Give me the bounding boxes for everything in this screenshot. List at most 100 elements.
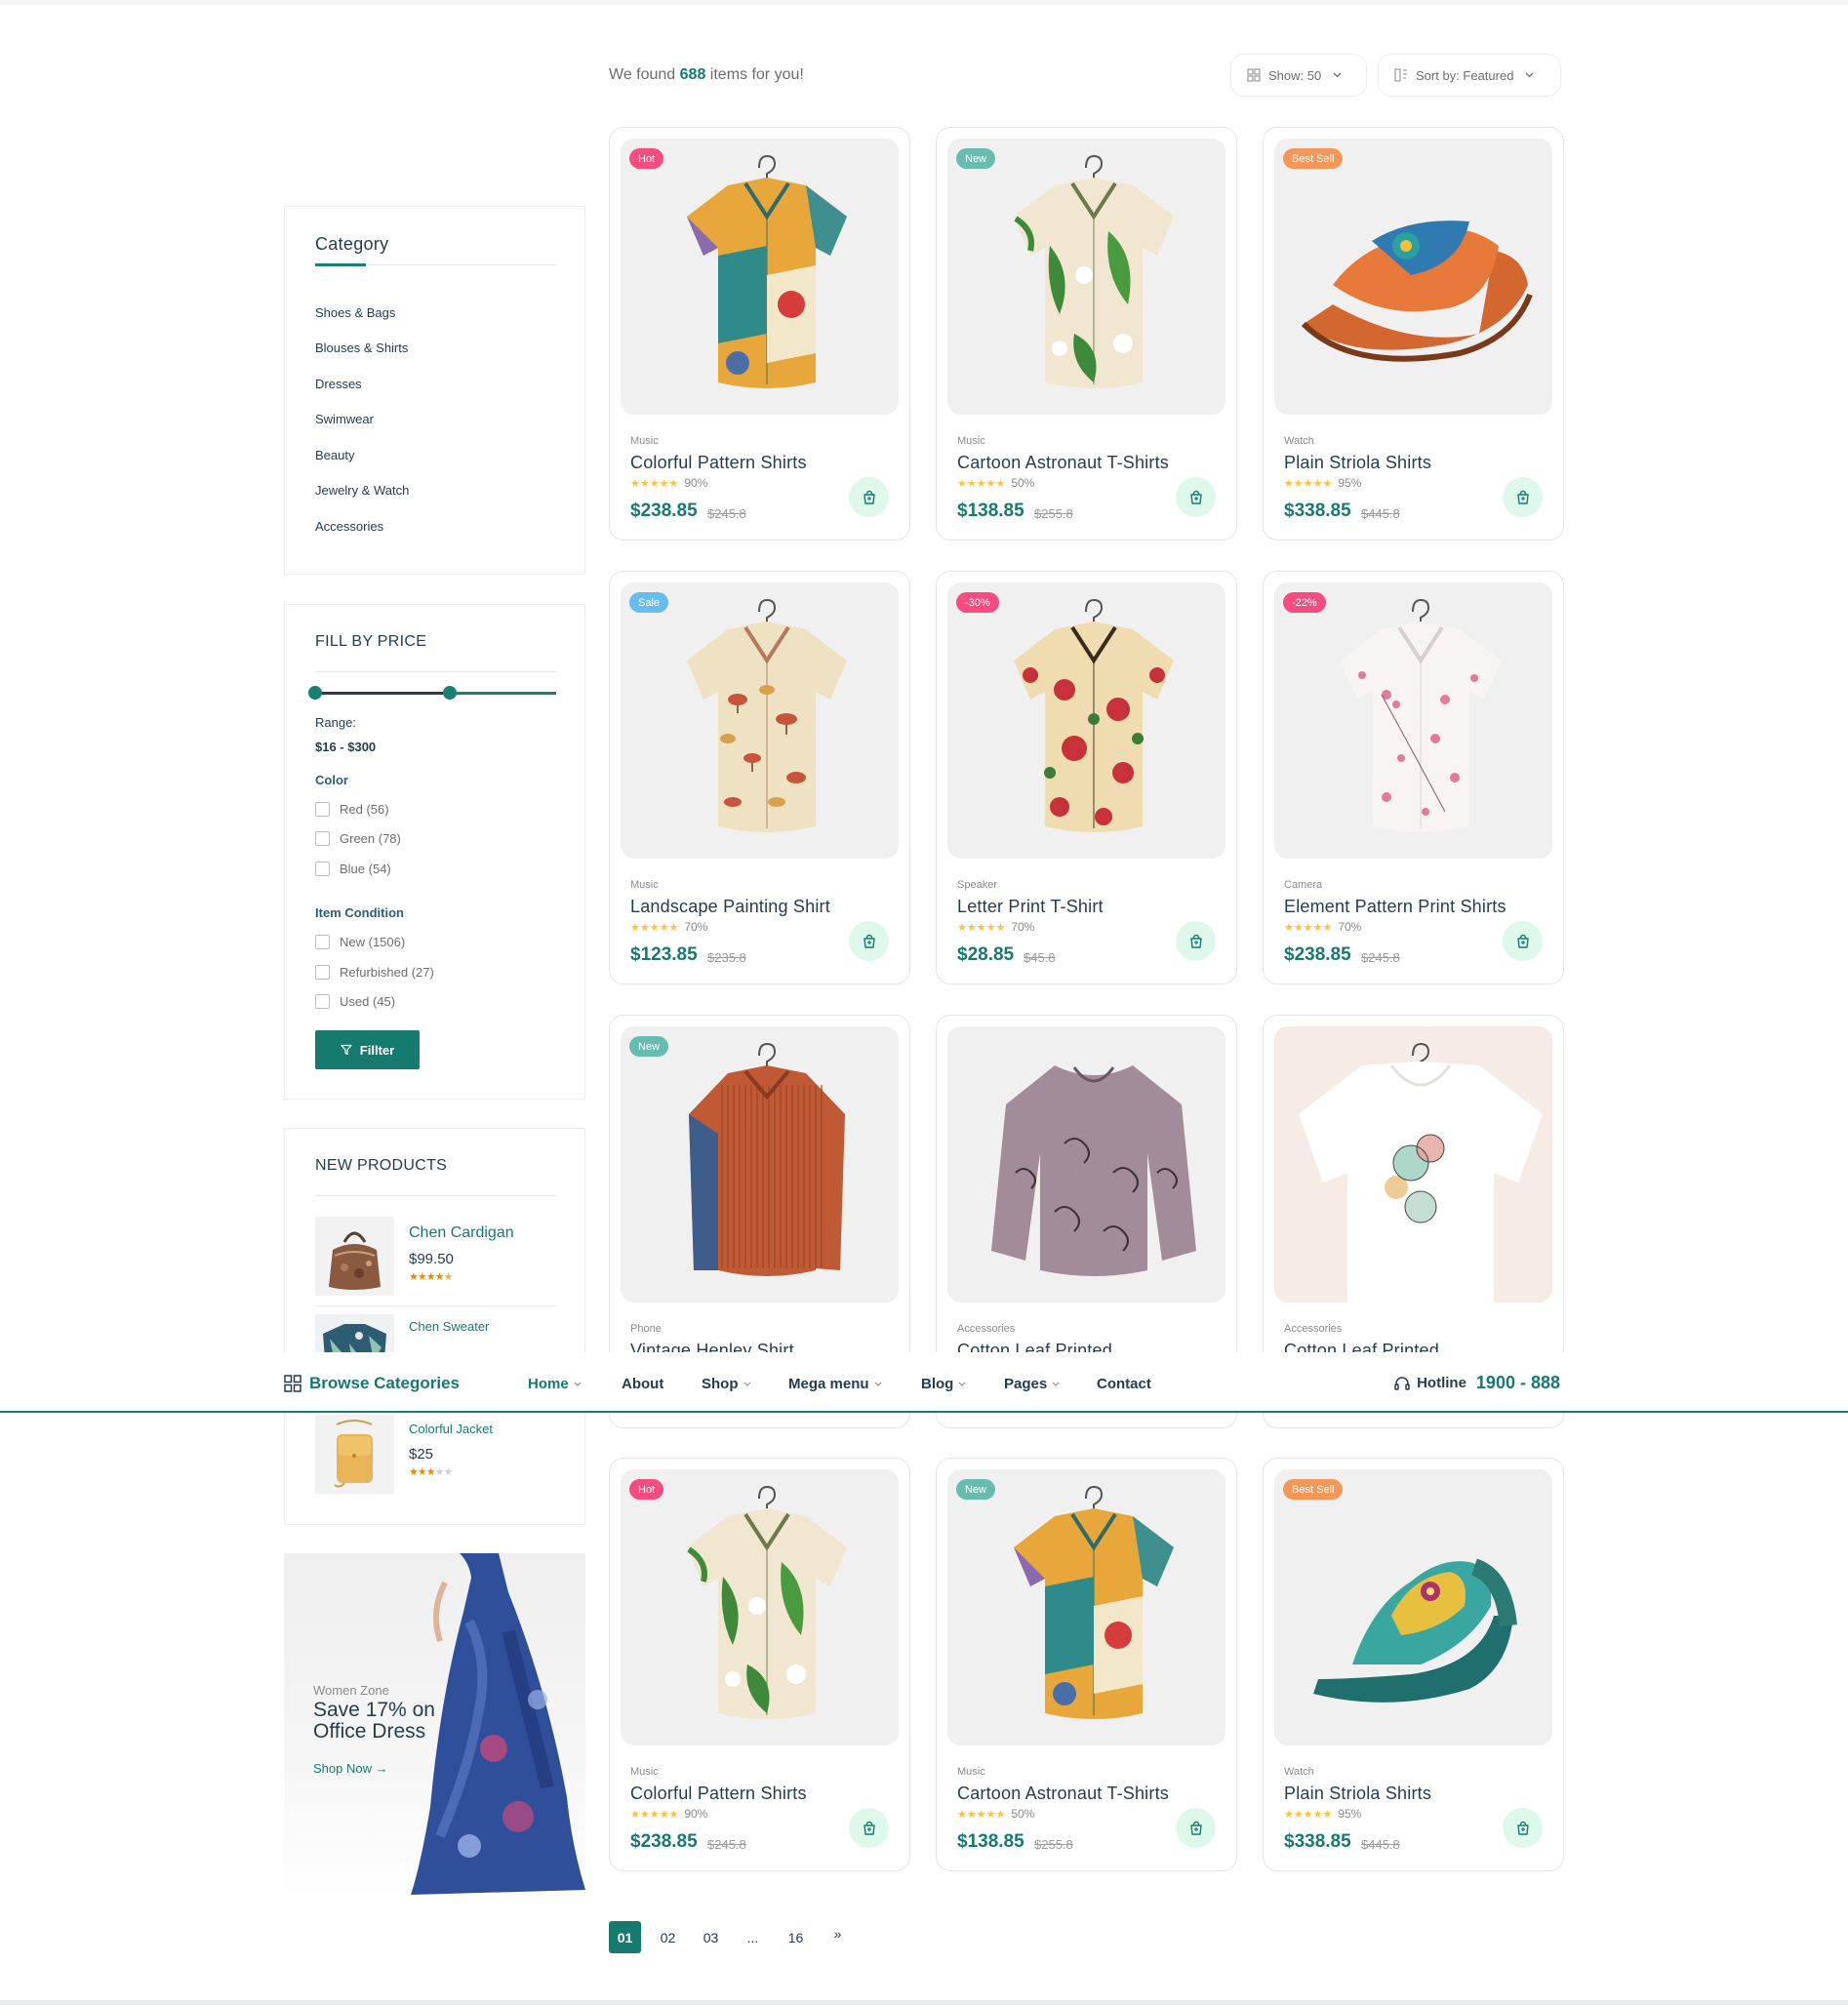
- price-slider-min-handle[interactable]: [308, 686, 322, 700]
- condition-option-used[interactable]: Used (45): [315, 994, 395, 1009]
- nav-about[interactable]: About: [622, 1376, 663, 1392]
- sort-dropdown[interactable]: Sort by: Featured: [1378, 54, 1561, 97]
- product-image[interactable]: New: [947, 139, 1225, 415]
- promo-banner[interactable]: Women Zone Save 17% on Office Dress Shop…: [284, 1553, 585, 1900]
- product-title[interactable]: Letter Print T-Shirt: [957, 897, 1104, 917]
- category-item-accessories[interactable]: Accessories: [315, 519, 383, 534]
- product-card[interactable]: -30% Speaker Letter Print T-Shirt ★★★★★ 70% $…: [936, 571, 1237, 984]
- new-product-name[interactable]: Chen Cardigan: [409, 1224, 514, 1242]
- nav-pages[interactable]: Pages: [1004, 1376, 1060, 1392]
- product-card[interactable]: Hot Music Colorful Pattern Shirts ★★★★★ 90% $…: [609, 127, 910, 541]
- product-image[interactable]: New: [621, 1026, 899, 1303]
- product-category[interactable]: Accessories: [1284, 1323, 1342, 1335]
- product-title[interactable]: Cartoon Astronaut T-Shirts: [957, 1784, 1169, 1804]
- nav-shop[interactable]: Shop: [702, 1376, 751, 1392]
- add-to-cart-button[interactable]: [1176, 477, 1216, 517]
- product-title[interactable]: Plain Striola Shirts: [1284, 453, 1431, 473]
- page-button-02[interactable]: 02: [652, 1921, 684, 1953]
- color-option-red[interactable]: Red (56): [315, 802, 389, 817]
- hotline[interactable]: Hotline 1900 - 888: [1393, 1373, 1560, 1393]
- color-option-green[interactable]: Green (78): [315, 831, 401, 846]
- condition-option-new[interactable]: New (1506): [315, 935, 405, 949]
- product-image[interactable]: Best Sell: [1274, 1469, 1552, 1745]
- checkbox[interactable]: [315, 831, 330, 846]
- product-image[interactable]: Hot: [621, 139, 899, 415]
- page-button-01[interactable]: 01: [609, 1921, 641, 1953]
- product-price: $138.85: [957, 1831, 1024, 1852]
- category-item-shoes-bags[interactable]: Shoes & Bags: [315, 305, 395, 320]
- product-image[interactable]: New: [947, 1469, 1225, 1745]
- product-card[interactable]: Best Sell Watch Plain Striola Shirts ★★★★★ 9…: [1263, 1458, 1564, 1871]
- category-item-beauty[interactable]: Beauty: [315, 448, 354, 462]
- product-category[interactable]: Music: [957, 1766, 985, 1778]
- product-category[interactable]: Music: [630, 435, 659, 447]
- checkbox[interactable]: [315, 862, 330, 876]
- add-to-cart-button[interactable]: [1176, 1808, 1216, 1848]
- product-title[interactable]: Colorful Pattern Shirts: [630, 1784, 807, 1804]
- new-product-item[interactable]: Chen Cardigan $99.50 ★★★★★: [315, 1217, 556, 1296]
- product-image[interactable]: -30%: [947, 582, 1225, 859]
- product-category[interactable]: Watch: [1284, 1766, 1314, 1778]
- product-category[interactable]: Camera: [1284, 879, 1322, 891]
- next-page-button[interactable]: »: [822, 1917, 854, 1949]
- checkbox[interactable]: [315, 802, 330, 817]
- product-image[interactable]: Best Sell: [1274, 139, 1552, 415]
- category-item-blouses-shirts[interactable]: Blouses & Shirts: [315, 341, 408, 355]
- product-category[interactable]: Accessories: [957, 1323, 1015, 1335]
- add-to-cart-button[interactable]: [1503, 477, 1543, 517]
- new-product-name[interactable]: Colorful Jacket: [409, 1422, 493, 1436]
- page-button-03[interactable]: 03: [695, 1921, 727, 1953]
- category-item-dresses[interactable]: Dresses: [315, 377, 362, 391]
- product-title[interactable]: Cartoon Astronaut T-Shirts: [957, 453, 1169, 473]
- add-to-cart-button[interactable]: [849, 477, 889, 517]
- product-card[interactable]: New Music Cartoon Astronaut T-Shirts ★★★★★ 5…: [936, 1458, 1237, 1871]
- checkbox[interactable]: [315, 935, 330, 949]
- nav-mega-menu[interactable]: Mega menu: [788, 1376, 882, 1392]
- product-image[interactable]: -22%: [1274, 582, 1552, 859]
- product-category[interactable]: Phone: [630, 1323, 662, 1335]
- nav-blog[interactable]: Blog: [921, 1376, 966, 1392]
- product-image[interactable]: Sale: [621, 582, 899, 859]
- page-button-16[interactable]: 16: [780, 1921, 812, 1953]
- product-title[interactable]: Element Pattern Print Shirts: [1284, 897, 1507, 917]
- product-card[interactable]: Sale Music Landscape Painting Shirt ★★★★★ 70…: [609, 571, 910, 984]
- product-category[interactable]: Music: [630, 1766, 659, 1778]
- product-title[interactable]: Colorful Pattern Shirts: [630, 453, 807, 473]
- chevron-down-icon: [958, 1382, 966, 1386]
- checkbox[interactable]: [315, 994, 330, 1009]
- add-to-cart-button[interactable]: [1503, 1808, 1543, 1848]
- product-category[interactable]: Watch: [1284, 435, 1314, 447]
- shop-now-link[interactable]: Shop Now →: [313, 1761, 388, 1776]
- new-product-name[interactable]: Chen Sweater: [409, 1319, 489, 1334]
- product-category[interactable]: Music: [957, 435, 985, 447]
- product-category[interactable]: Music: [630, 879, 659, 891]
- browse-categories-button[interactable]: Browse Categories: [284, 1374, 460, 1393]
- new-product-item[interactable]: Colorful Jacket $25 ★★★★★: [315, 1415, 556, 1494]
- product-card[interactable]: -22% Camera Element Pattern Print Shirts ★★…: [1263, 571, 1564, 984]
- category-item-swimwear[interactable]: Swimwear: [315, 412, 374, 426]
- product-image[interactable]: Hot: [621, 1469, 899, 1745]
- product-card[interactable]: Hot Music Colorful Pattern Shirts ★★★★★ 90% $…: [609, 1458, 910, 1871]
- nav-contact[interactable]: Contact: [1097, 1376, 1151, 1392]
- product-card[interactable]: Best Sell Watch Plain Striola Shirts ★★★★★ 9…: [1263, 127, 1564, 541]
- product-old-price: $255.8: [1034, 1837, 1073, 1852]
- product-image[interactable]: [947, 1026, 1225, 1303]
- show-count-dropdown[interactable]: Show: 50: [1230, 54, 1367, 97]
- add-to-cart-button[interactable]: [849, 1808, 889, 1848]
- nav-home[interactable]: Home: [528, 1376, 582, 1392]
- checkbox[interactable]: [315, 965, 330, 980]
- add-to-cart-button[interactable]: [1503, 921, 1543, 961]
- product-card[interactable]: New Music Cartoon Astronaut T-Shirts ★★★★★ 5…: [936, 127, 1237, 541]
- product-title[interactable]: Plain Striola Shirts: [1284, 1784, 1431, 1804]
- add-to-cart-button[interactable]: [1176, 921, 1216, 961]
- category-item-jewelry-watch[interactable]: Jewelry & Watch: [315, 483, 409, 498]
- product-image[interactable]: [1274, 1026, 1552, 1303]
- color-option-blue[interactable]: Blue (54): [315, 862, 391, 876]
- add-to-cart-button[interactable]: [849, 921, 889, 961]
- price-slider-max-handle[interactable]: [443, 686, 458, 700]
- price-slider[interactable]: [308, 686, 556, 700]
- condition-option-refurbished[interactable]: Refurbished (27): [315, 965, 434, 980]
- product-title[interactable]: Landscape Painting Shirt: [630, 897, 830, 917]
- filter-button[interactable]: Fillter: [315, 1030, 420, 1069]
- product-category[interactable]: Speaker: [957, 879, 997, 891]
